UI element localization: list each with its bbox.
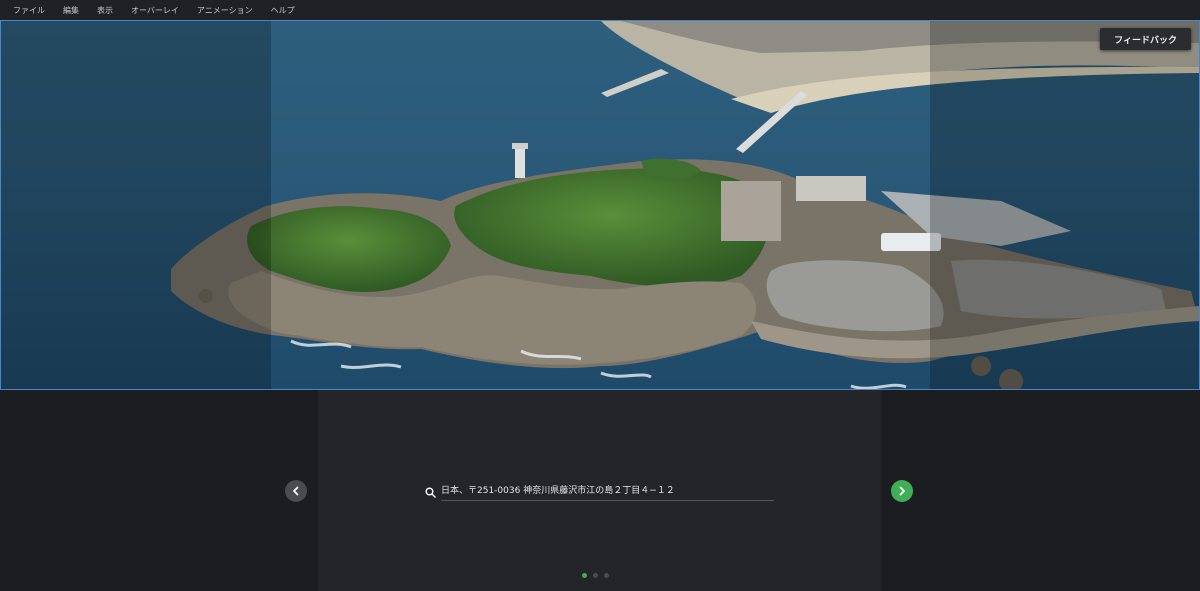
search-icon (425, 487, 436, 498)
menu-help[interactable]: ヘルプ (271, 5, 295, 16)
map-viewport[interactable]: フィードバック (0, 20, 1200, 390)
menu-file[interactable]: ファイル (13, 5, 45, 16)
location-search-input[interactable]: 日本、〒251-0036 神奈川県藤沢市江の島２丁目４−１２ (441, 483, 774, 501)
slide-pagination (582, 573, 615, 578)
menu-overlay[interactable]: オーバーレイ (131, 5, 179, 16)
previous-slide-button[interactable] (285, 480, 307, 502)
menu-view[interactable]: 表示 (97, 5, 113, 16)
menu-animation[interactable]: アニメーション (197, 5, 253, 16)
menu-edit[interactable]: 編集 (63, 5, 79, 16)
feedback-button[interactable]: フィードバック (1100, 28, 1191, 50)
pagination-dot-3[interactable] (604, 573, 609, 578)
viewport-shade-right (930, 21, 1199, 389)
pagination-dot-2[interactable] (593, 573, 598, 578)
slideshow-area: 日本、〒251-0036 神奈川県藤沢市江の島２丁目４−１２ (0, 390, 1200, 591)
chevron-left-icon (293, 486, 299, 496)
viewport-shade-left (1, 21, 271, 389)
menu-bar: ファイル 編集 表示 オーバーレイ アニメーション ヘルプ (0, 0, 1200, 20)
pagination-dot-1[interactable] (582, 573, 587, 578)
chevron-right-icon (899, 486, 905, 496)
next-slide-button[interactable] (891, 480, 913, 502)
